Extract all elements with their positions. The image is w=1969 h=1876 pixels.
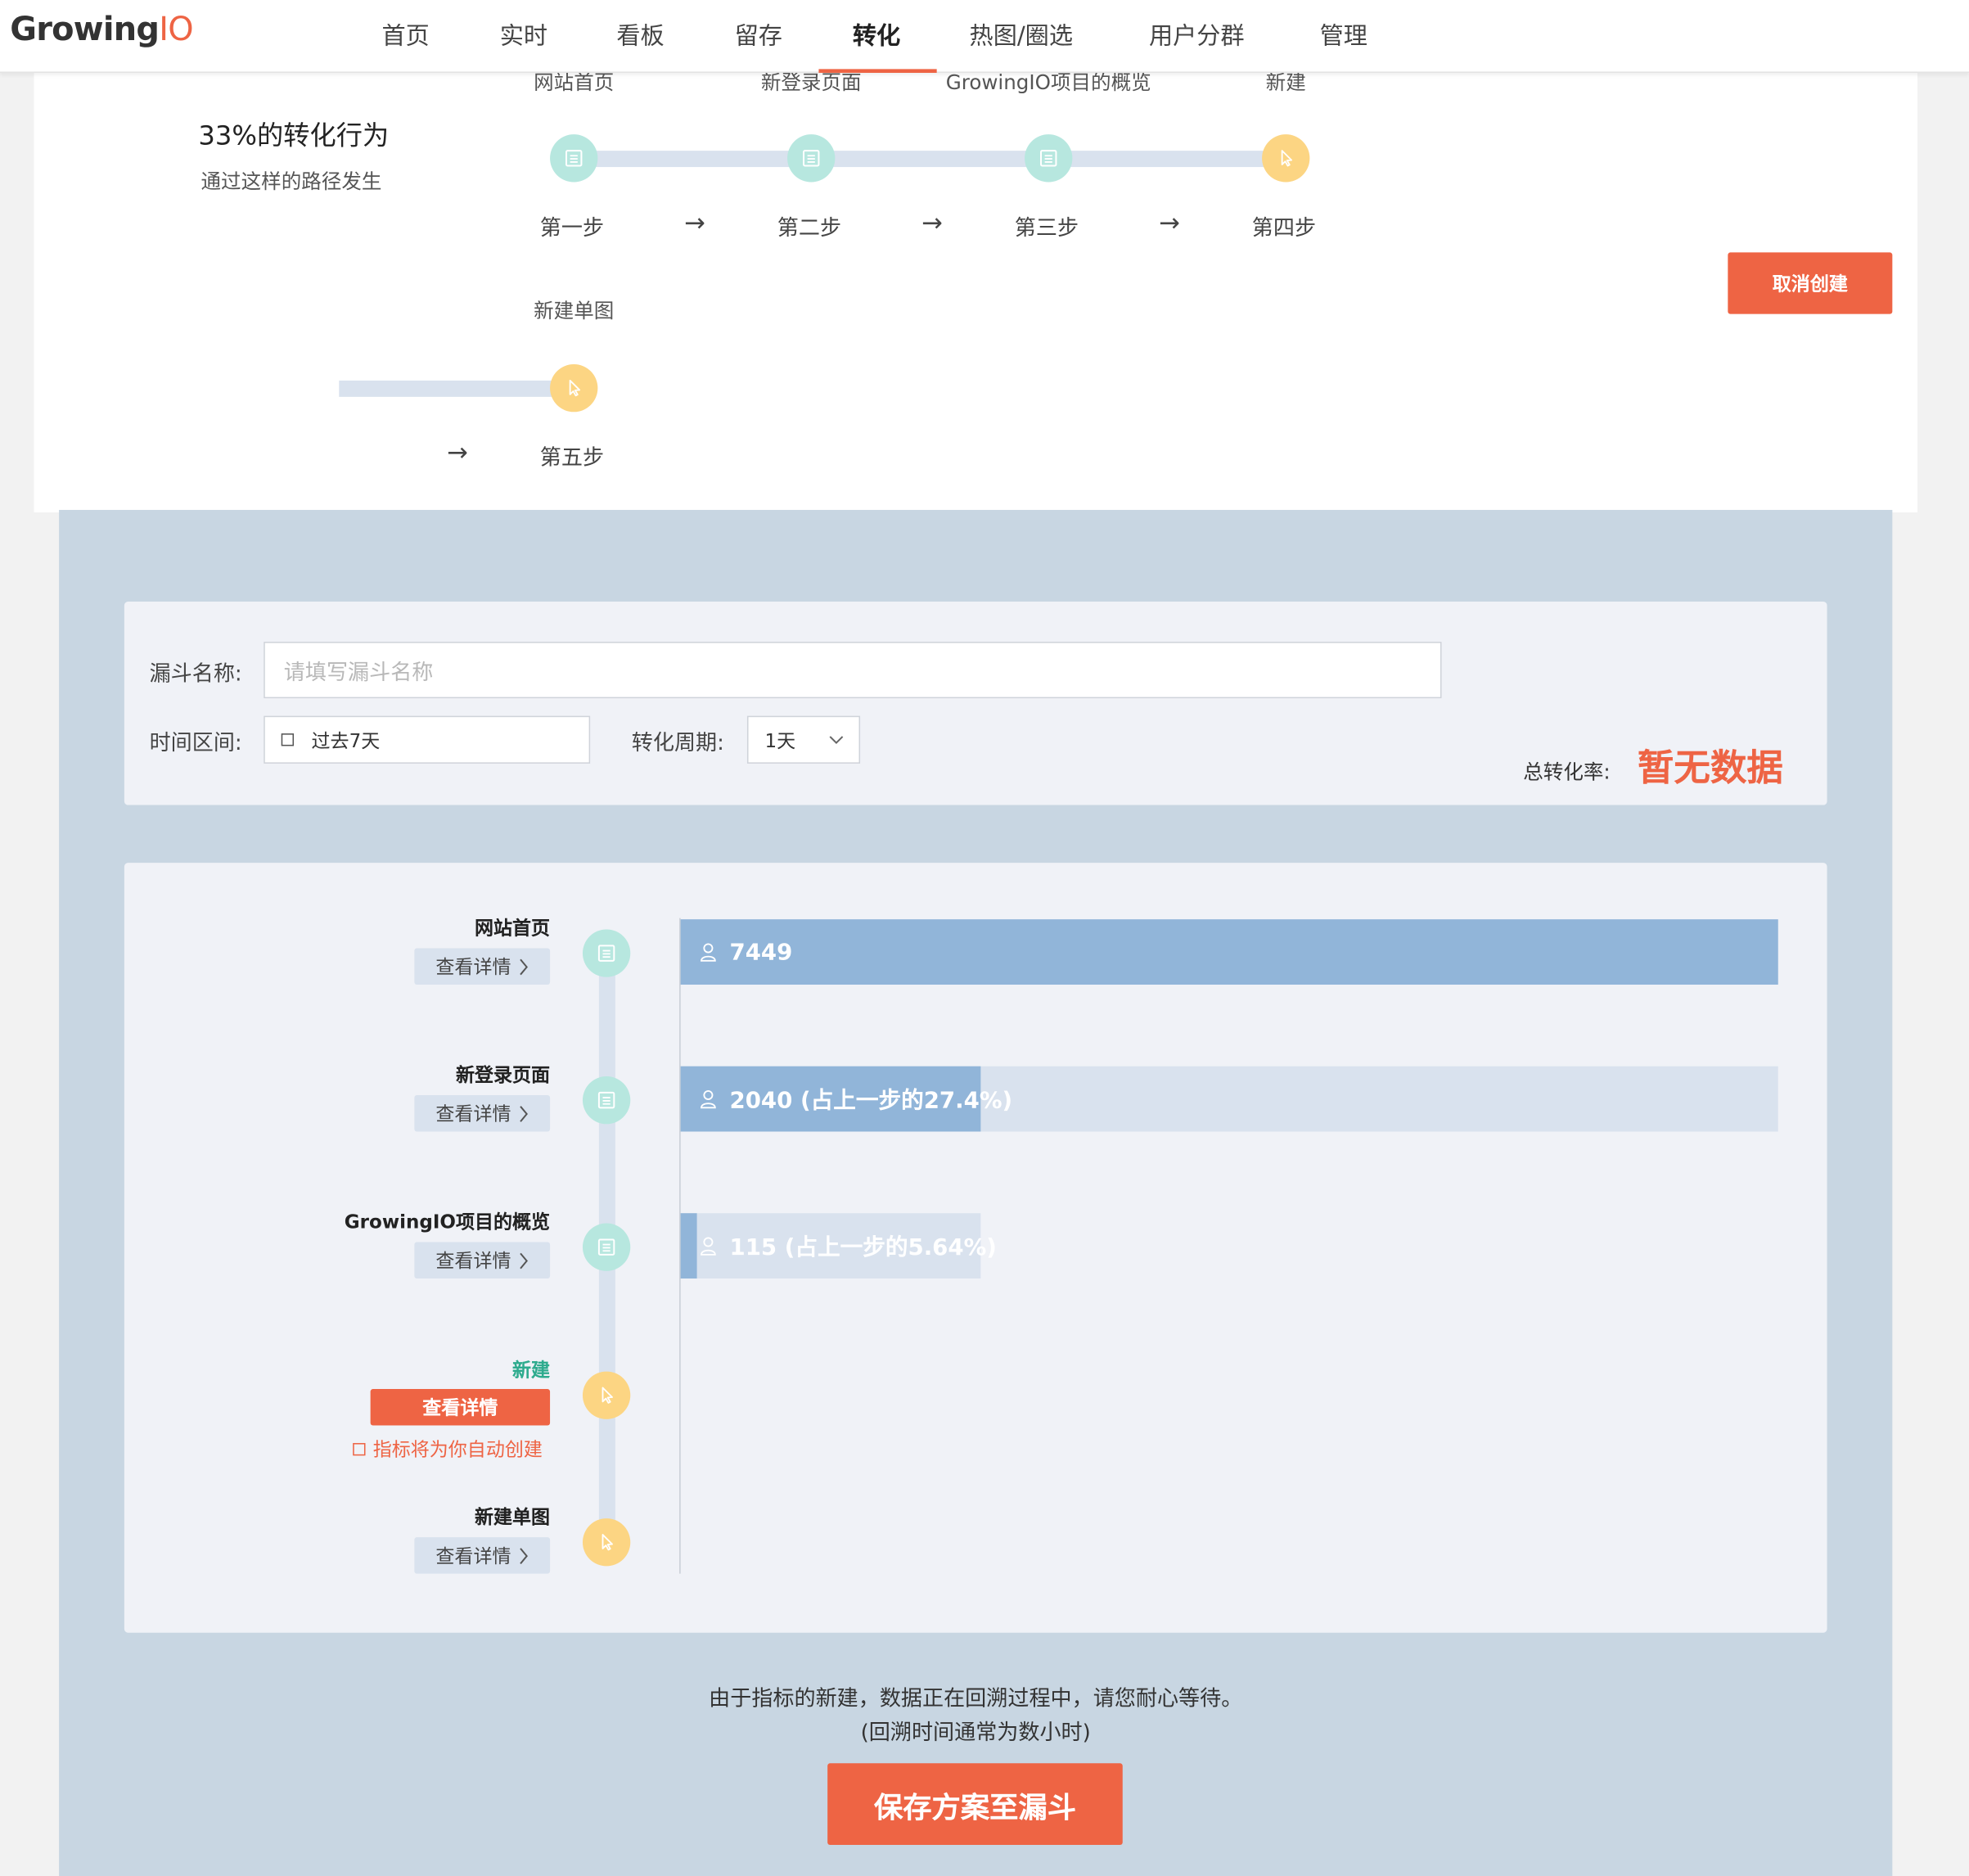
cancel-create-button[interactable]: 取消创建	[1728, 252, 1893, 314]
conversion-period-value: 1天	[764, 728, 796, 752]
nav-item-realtime[interactable]: 实时	[500, 17, 547, 51]
path-step-label: 第一步	[539, 215, 605, 241]
chevron-down-icon	[829, 736, 844, 745]
nav-item-conversion[interactable]: 转化	[853, 17, 900, 51]
funnel-step-name: 新登录页面	[455, 1063, 551, 1087]
total-conversion-label: 总转化率:	[1523, 760, 1611, 784]
total-conversion-value: 暂无数据	[1637, 746, 1783, 789]
nav-item-user-segments[interactable]: 用户分群	[1149, 17, 1245, 51]
funnel-bar[interactable]	[680, 1213, 697, 1279]
arrow-right-icon: →	[921, 207, 943, 238]
page-node-icon	[1025, 134, 1073, 183]
funnel-step-name: 新建单图	[474, 1505, 551, 1529]
auto-create-note: 指标将为你自动创建	[353, 1436, 543, 1462]
view-details-button[interactable]: 查看详情	[414, 948, 551, 985]
page-node-icon	[787, 134, 836, 183]
backfill-notice: 由于指标的新建，数据正在回溯过程中，请您耐心等待。 (回溯时间通常为数小时)	[502, 1683, 1449, 1751]
arrow-right-icon: →	[684, 207, 705, 238]
user-icon	[701, 1090, 716, 1109]
arrow-right-icon: →	[1159, 207, 1180, 238]
calendar-icon	[281, 733, 295, 746]
path-step-name: 新建单图	[534, 299, 615, 323]
funnel-step-name: 网站首页	[474, 917, 551, 940]
user-icon	[701, 943, 716, 962]
view-details-button-primary[interactable]: 查看详情	[370, 1389, 551, 1426]
nav-item-home[interactable]: 首页	[381, 17, 429, 51]
nav-item-retention[interactable]: 留存	[735, 17, 782, 51]
chevron-right-icon	[520, 1547, 528, 1564]
page-node-icon	[582, 929, 631, 977]
path-track	[339, 380, 575, 397]
path-step-label: 第四步	[1251, 215, 1317, 241]
growingio-logo[interactable]: GrowingIO	[10, 11, 193, 49]
nav-item-heatmap[interactable]: 热图/圈选	[970, 17, 1073, 51]
time-range-value: 过去7天	[311, 728, 381, 752]
conversion-period-label: 转化周期:	[631, 731, 724, 756]
time-range-label: 时间区间:	[149, 731, 242, 756]
backfill-notice-line1: 由于指标的新建，数据正在回溯过程中，请您耐心等待。	[709, 1686, 1243, 1712]
path-step-label: 第二步	[777, 215, 842, 241]
click-node-icon	[1262, 134, 1310, 183]
funnel-step-name: 新建	[512, 1359, 551, 1382]
top-navigation-bar: GrowingIO 首页 实时 看板 留存 转化 热图/圈选 用户分群 管理	[0, 0, 1969, 73]
page-node-icon	[582, 1223, 631, 1271]
save-to-funnel-button[interactable]: 保存方案至漏斗	[827, 1763, 1123, 1846]
click-node-icon	[582, 1518, 631, 1567]
path-step-label: 第三步	[1014, 215, 1079, 241]
arrow-right-icon: →	[447, 436, 468, 467]
backfill-notice-line2: (回溯时间通常为数小时)	[860, 1720, 1091, 1746]
click-node-icon	[582, 1371, 631, 1419]
funnel-name-label: 漏斗名称:	[149, 661, 242, 688]
page-node-icon	[582, 1076, 631, 1125]
conversion-period-select[interactable]: 1天	[746, 715, 861, 764]
user-icon	[701, 1237, 716, 1256]
path-percentage-subtitle: 通过这样的路径发生	[201, 169, 382, 194]
funnel-bar[interactable]	[680, 919, 1778, 985]
chevron-right-icon	[520, 958, 528, 975]
funnel-bar-label: 115 (占上一步的5.64%)	[698, 1213, 997, 1278]
page-node-icon	[550, 134, 598, 183]
path-percentage-title: 33%的转化行为	[198, 120, 390, 151]
funnel-bar-label: 2040 (占上一步的27.4%)	[698, 1067, 1012, 1132]
active-tab-indicator	[818, 69, 937, 73]
view-details-button[interactable]: 查看详情	[414, 1537, 551, 1574]
funnel-bar-label: 7449	[698, 919, 792, 985]
funnel-step-name: GrowingIO项目的概览	[344, 1211, 551, 1233]
path-step-label: 第五步	[539, 445, 605, 471]
view-details-button[interactable]: 查看详情	[414, 1094, 551, 1132]
info-icon	[353, 1442, 366, 1455]
view-details-button[interactable]: 查看详情	[414, 1242, 551, 1279]
chevron-right-icon	[520, 1251, 528, 1269]
nav-item-admin[interactable]: 管理	[1320, 17, 1367, 51]
path-track	[574, 151, 1285, 168]
funnel-name-input[interactable]: 请填写漏斗名称	[264, 642, 1442, 699]
nav-item-dashboard[interactable]: 看板	[616, 17, 664, 51]
chevron-right-icon	[520, 1105, 528, 1122]
click-node-icon	[550, 363, 598, 413]
time-range-picker[interactable]: 过去7天	[264, 715, 591, 764]
